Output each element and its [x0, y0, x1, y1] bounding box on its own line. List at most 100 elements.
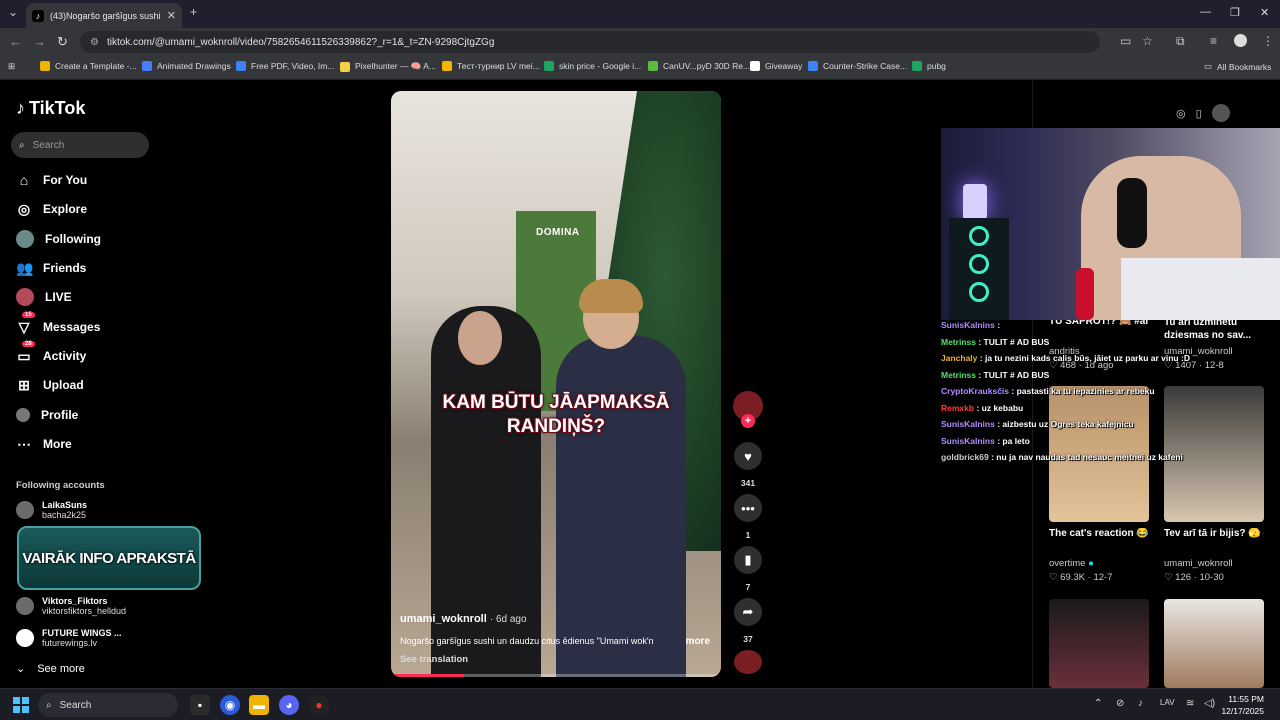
taskbar-search[interactable]: ⌕ Search — [38, 693, 178, 717]
home-icon: ⌂ — [19, 172, 29, 188]
bookmark-item[interactable]: CanUV...pyD 30D Re... — [648, 61, 750, 71]
music-disc-icon[interactable] — [734, 650, 762, 674]
save-action[interactable]: ▮ 7 — [734, 546, 762, 592]
following-icon — [16, 230, 34, 248]
browser-tab-active[interactable]: ♪ (43)Nogaršo garšīgus sushi un ✕ — [26, 3, 182, 28]
cast-icon[interactable]: ▭ — [1120, 34, 1131, 48]
wifi-icon[interactable]: ≋ — [1186, 698, 1194, 709]
bookmark-item[interactable]: Counter-Strike Case... — [808, 61, 907, 71]
all-bookmarks[interactable]: ▭ All Bookmarks — [1204, 61, 1271, 72]
nav-for-you[interactable]: ⌂ For You — [16, 169, 87, 191]
bookmark-item[interactable]: Giveaway — [750, 61, 802, 71]
profile-avatar[interactable] — [1234, 34, 1247, 47]
nav-friends[interactable]: 👥 Friends — [16, 257, 86, 279]
bookmark-item[interactable]: Animated Drawings — [142, 61, 231, 71]
task-view-icon[interactable]: ▪ — [190, 695, 210, 715]
following-account[interactable]: Viktors_Fiktors viktorsfiktors_helldud — [16, 596, 126, 616]
menu-icon[interactable]: ⋮ — [1262, 34, 1274, 48]
video-player[interactable]: DOMINA KAM BŪTU JĀAPMAKSĀ RANDIŅŠ? umami… — [391, 91, 721, 677]
windows-start-icon[interactable] — [13, 697, 29, 713]
tray-chevron-icon[interactable]: ⌃ — [1094, 698, 1102, 709]
nav-live[interactable]: LIVE — [16, 286, 72, 308]
bookmark-item[interactable]: Pixelhunter — 🧠 A... — [340, 61, 436, 72]
heart-icon[interactable]: ♥ — [734, 442, 762, 470]
bookmark-item[interactable]: pubg — [912, 61, 946, 71]
messages-badge: 15 — [22, 311, 35, 318]
bookmark-star-icon[interactable]: ☆ — [1142, 34, 1153, 48]
following-account[interactable]: LaikaSuns bacha2k25 — [16, 500, 87, 520]
network-icon[interactable]: ⊘ — [1116, 698, 1124, 709]
search-input[interactable]: ⌕ Search — [11, 132, 149, 158]
obs-icon[interactable]: ● — [309, 695, 329, 715]
recommended-thumbnail[interactable] — [1164, 599, 1264, 688]
mic-icon[interactable]: ♪ — [1138, 698, 1143, 709]
close-window-icon[interactable]: ✕ — [1260, 6, 1269, 19]
share-action[interactable]: ➦ 37 — [734, 598, 762, 644]
bookmark-item[interactable]: Free PDF, Video, Im... — [236, 61, 334, 71]
bookmark-item[interactable]: Create a Template -... — [40, 61, 137, 71]
media-icon[interactable]: ≡ — [1210, 34, 1217, 48]
share-icon[interactable]: ➦ — [734, 598, 762, 626]
extensions-icon[interactable]: ⧉ — [1176, 34, 1185, 49]
bookmark-icon[interactable]: ▮ — [734, 546, 762, 574]
video-progress-bar[interactable] — [391, 674, 721, 677]
back-icon[interactable]: ← — [9, 34, 22, 49]
comment-icon[interactable]: ••• — [734, 494, 762, 522]
restore-icon[interactable]: ❐ — [1230, 6, 1240, 19]
file-explorer-icon[interactable]: ▬ — [249, 695, 269, 715]
chrome-icon[interactable]: ◉ — [220, 695, 240, 715]
bookmark-item[interactable]: Тест-турнир LV mei... — [442, 61, 540, 71]
nav-more[interactable]: ⋯ More — [16, 433, 72, 455]
recommended-author[interactable]: umami_woknroll — [1164, 558, 1233, 569]
messages-icon: ▽ 15 — [16, 311, 35, 336]
recommended-thumbnail[interactable] — [1049, 599, 1149, 688]
see-more-button[interactable]: ⌄ See more — [16, 662, 85, 676]
new-tab-icon[interactable]: + — [190, 5, 197, 19]
discord-icon[interactable]: ◕ — [279, 695, 299, 715]
nav-activity[interactable]: ▭ 28 Activity — [16, 340, 86, 367]
person-graphic — [556, 336, 686, 677]
nav-upload[interactable]: ⊞ Upload — [16, 374, 84, 396]
nav-messages[interactable]: ▽ 15 Messages — [16, 311, 100, 338]
nav-profile[interactable]: Profile — [16, 404, 78, 426]
comment-action[interactable]: ••• 1 — [734, 494, 762, 540]
recommended-title[interactable]: The cat's reaction 😂 #prank #cats... — [1049, 528, 1149, 539]
fan-graphic — [969, 254, 989, 274]
system-clock[interactable]: 11:55 PM 12/17/2025 — [1221, 693, 1264, 717]
video-author[interactable]: umami_woknroll · 6d ago — [400, 613, 527, 625]
close-tab-icon[interactable]: ✕ — [167, 9, 176, 22]
recommended-author[interactable]: overtime ● — [1049, 558, 1094, 569]
tiktok-favicon-icon: ♪ — [32, 9, 44, 22]
forward-icon[interactable]: → — [33, 34, 46, 49]
site-info-icon[interactable]: ⚙ — [90, 37, 99, 48]
bookmark-favicon-icon — [808, 61, 818, 71]
following-account[interactable]: FUTURE WINGS ... futurewings.lv — [16, 628, 122, 648]
apps-icon[interactable]: ⊞ — [8, 61, 15, 72]
tiktok-logo[interactable]: ♪ TikTok — [16, 98, 85, 119]
reload-icon[interactable]: ↻ — [57, 34, 68, 50]
stream-overlay-banner: VAIRĀK INFO APRAKSTĀ — [17, 526, 201, 590]
like-action[interactable]: ♥ 341 — [734, 442, 762, 488]
device-icon[interactable]: ▯ — [1196, 107, 1202, 120]
recommended-title[interactable]: Tev arī tā ir bijis? 🫣 #latviantiktok... — [1164, 528, 1264, 539]
recommended-stats: ♡ 69.3K · 12-7 — [1049, 572, 1113, 583]
tab-list-icon[interactable]: ⌄ — [8, 5, 18, 19]
address-bar[interactable]: ⚙ tiktok.com/@umami_woknroll/video/75826… — [80, 31, 1100, 53]
minimize-icon[interactable]: — — [1200, 6, 1211, 18]
more-button[interactable]: more — [686, 636, 710, 647]
tiktok-note-icon: ♪ — [16, 98, 25, 118]
browser-tab-bar: ⌄ ♪ (43)Nogaršo garšīgus sushi un ✕ + — … — [0, 0, 1280, 28]
live-icon — [16, 288, 34, 306]
compass-icon: ◎ — [17, 200, 31, 217]
avatar — [16, 629, 34, 647]
bookmark-item[interactable]: skin price - Google i... — [544, 61, 641, 71]
language-indicator[interactable]: LAV — [1160, 698, 1175, 707]
compass-icon[interactable]: ◎ — [1176, 107, 1186, 120]
pc-case-graphic — [949, 218, 1009, 320]
volume-icon[interactable]: ◁) — [1204, 698, 1215, 709]
nav-explore[interactable]: ◎ Explore — [16, 198, 87, 220]
nav-following[interactable]: Following — [16, 228, 101, 250]
follow-plus-icon[interactable]: + — [741, 414, 755, 428]
see-translation-link[interactable]: See translation — [400, 654, 468, 665]
avatar[interactable] — [1211, 104, 1230, 122]
